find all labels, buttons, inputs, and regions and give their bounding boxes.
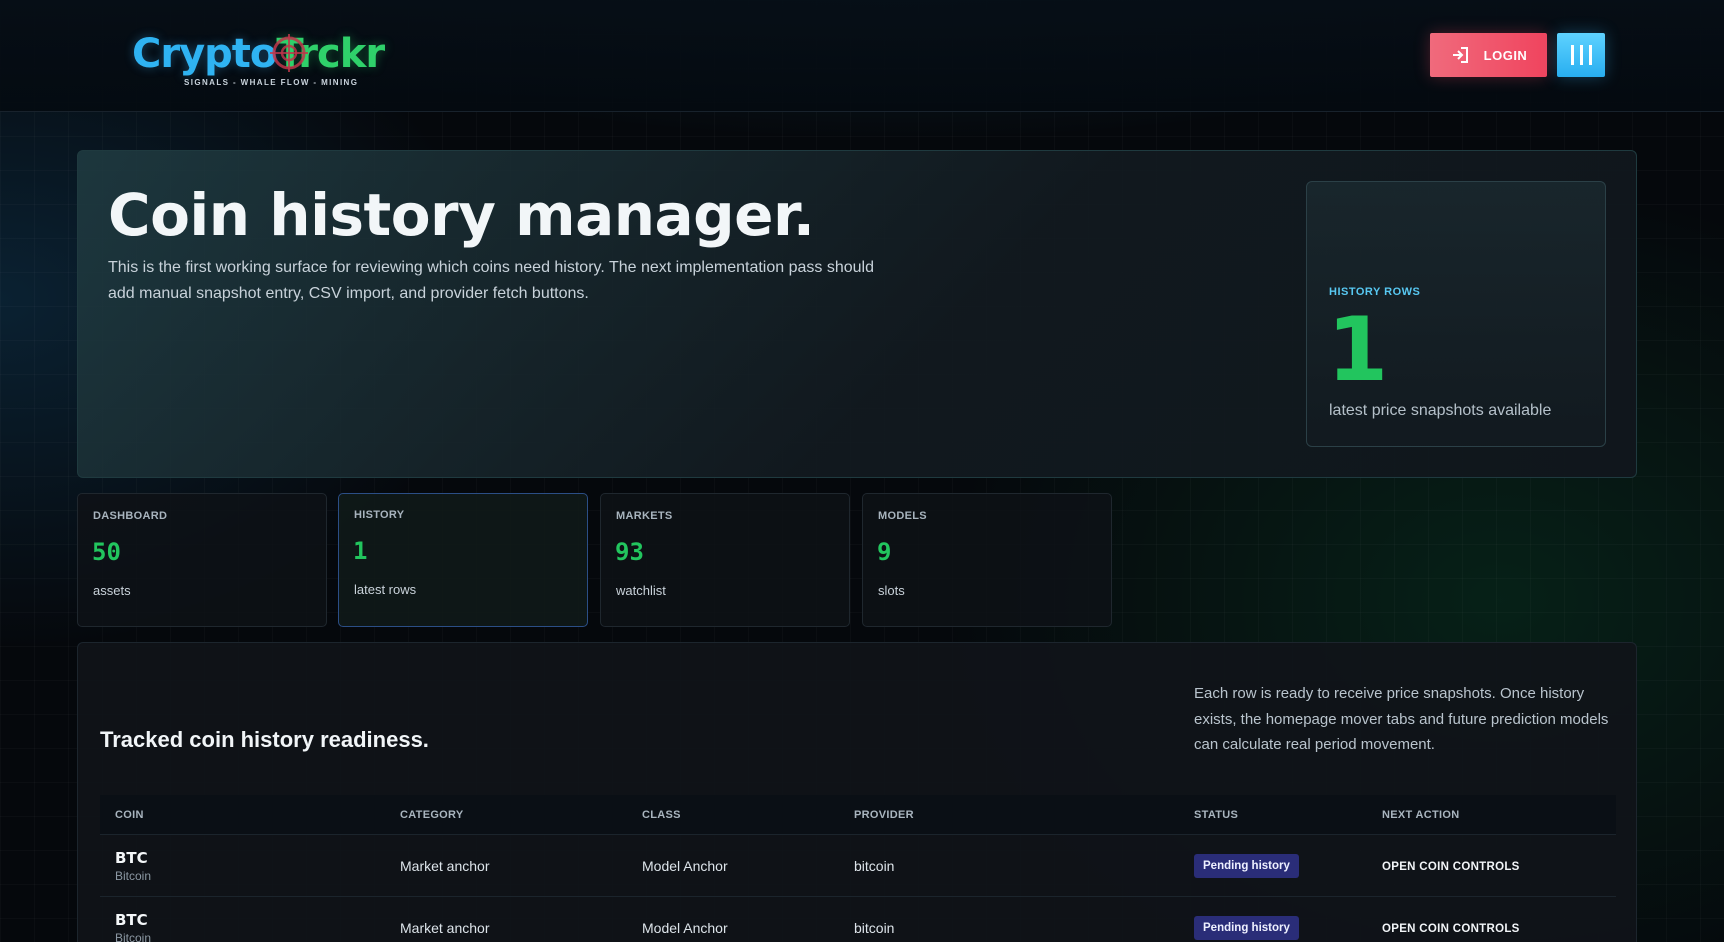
card-value: 9 [877, 538, 892, 566]
card-value: 93 [615, 538, 644, 566]
card-sub: slots [878, 583, 905, 598]
column-header-next-action[interactable]: NEXT ACTION [1382, 809, 1616, 821]
history-table: COIN CATEGORY CLASS PROVIDER STATUS NEXT… [100, 795, 1616, 942]
card-sub: assets [93, 583, 131, 598]
target-icon [270, 34, 308, 72]
provider-cell: bitcoin [854, 919, 895, 936]
menu-button[interactable] [1557, 33, 1605, 77]
coin-name: Bitcoin [115, 868, 152, 883]
status-cell: Pending history [1194, 915, 1382, 940]
table-row: BTC Bitcoin Market anchor Model Anchor b… [100, 897, 1616, 942]
card-label: HISTORY [354, 509, 405, 521]
status-badge: Pending history [1194, 915, 1299, 940]
coin-symbol: BTC [115, 848, 148, 867]
card-label: DASHBOARD [93, 510, 168, 522]
card-dashboard[interactable]: DASHBOARD 50 assets [77, 493, 327, 627]
hero-panel: Coin history manager. This is the first … [77, 150, 1637, 478]
top-header: CryptoTrckr SIGNALS - WHALE FLOW - MININ… [0, 0, 1724, 112]
history-readiness-panel: Tracked coin history readiness. Each row… [77, 642, 1637, 942]
open-coin-controls-link[interactable]: OPEN COIN CONTROLS [1382, 923, 1520, 935]
history-rows-label: HISTORY ROWS [1329, 286, 1421, 298]
column-header-category[interactable]: CATEGORY [400, 809, 642, 821]
history-rows-sub: latest price snapshots available [1329, 402, 1552, 419]
card-label: MARKETS [616, 510, 673, 522]
page-title: Coin history manager. [108, 181, 815, 249]
coin-symbol: BTC [115, 910, 148, 929]
column-header-provider[interactable]: PROVIDER [854, 809, 1194, 821]
column-header-class[interactable]: CLASS [642, 809, 854, 821]
panel-title: Tracked coin history readiness. [100, 727, 429, 752]
coin-cell: BTC Bitcoin [100, 911, 400, 942]
hero-description: This is the first working surface for re… [108, 259, 874, 302]
table-row: BTC Bitcoin Market anchor Model Anchor b… [100, 835, 1616, 897]
table-header: COIN CATEGORY CLASS PROVIDER STATUS NEXT… [100, 795, 1616, 835]
menu-icon-bar [1579, 45, 1583, 65]
card-value: 1 [353, 537, 368, 565]
history-rows-stat: HISTORY ROWS 1 latest price snapshots av… [1306, 181, 1606, 447]
logo-tagline: SIGNALS - WHALE FLOW - MINING [184, 78, 359, 87]
coin-cell: BTC Bitcoin [100, 849, 400, 883]
login-icon [1452, 47, 1468, 63]
column-header-status[interactable]: STATUS [1194, 809, 1382, 821]
next-action-cell: OPEN COIN CONTROLS [1382, 857, 1616, 875]
provider-cell: bitcoin [854, 857, 895, 874]
next-action-cell: OPEN COIN CONTROLS [1382, 919, 1616, 937]
status-cell: Pending history [1194, 853, 1382, 878]
class-cell: Model Anchor [642, 857, 728, 874]
login-label: LOGIN [1483, 47, 1528, 63]
card-label: MODELS [878, 510, 927, 522]
card-markets[interactable]: MARKETS 93 watchlist [600, 493, 850, 627]
menu-icon [1570, 45, 1574, 65]
category-cell: Market anchor [400, 857, 490, 874]
card-models[interactable]: MODELS 9 slots [862, 493, 1112, 627]
logo-wordmark: CryptoTrckr [132, 30, 385, 78]
status-badge: Pending history [1194, 853, 1299, 878]
logo-part-crypto: Crypto [132, 31, 277, 77]
panel-description: Each row is ready to receive price snaps… [1194, 685, 1609, 753]
column-header-coin[interactable]: COIN [100, 809, 400, 821]
class-cell: Model Anchor [642, 919, 728, 936]
category-cell: Market anchor [400, 919, 490, 936]
open-coin-controls-link[interactable]: OPEN COIN CONTROLS [1382, 861, 1520, 873]
card-sub: latest rows [354, 582, 417, 597]
history-rows-value: 1 [1327, 298, 1389, 401]
card-sub: watchlist [616, 583, 666, 598]
card-value: 50 [92, 538, 121, 566]
menu-icon-bar [1588, 45, 1592, 65]
card-history[interactable]: HISTORY 1 latest rows [338, 493, 588, 627]
login-button[interactable]: LOGIN [1430, 33, 1547, 77]
site-logo[interactable]: CryptoTrckr SIGNALS - WHALE FLOW - MININ… [132, 30, 432, 92]
coin-name: Bitcoin [115, 930, 152, 942]
